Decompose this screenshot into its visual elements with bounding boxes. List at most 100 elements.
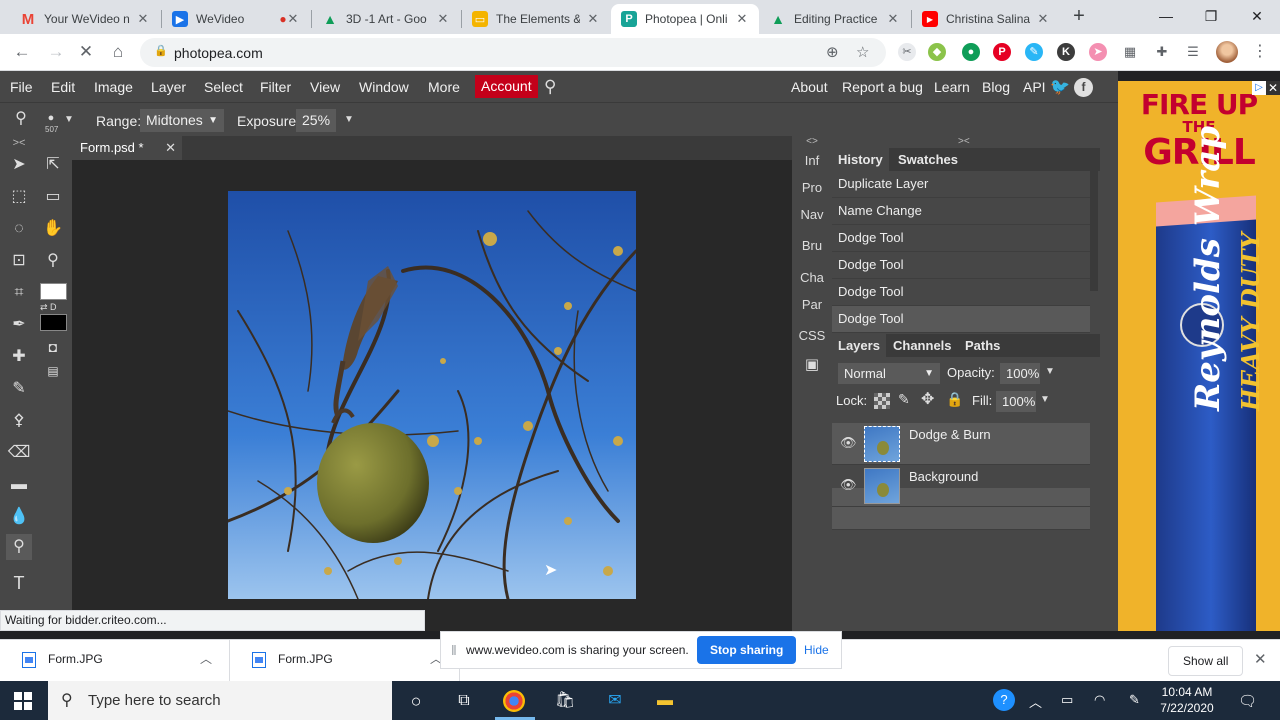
link-learn[interactable]: Learn — [934, 79, 970, 95]
battery-icon[interactable]: ▭ — [1061, 692, 1073, 708]
move-tool-icon[interactable]: ➤ — [6, 152, 32, 178]
background-color-swatch[interactable] — [40, 314, 67, 331]
expand-panels-icon[interactable]: <> — [792, 136, 832, 147]
brush-dropdown-icon[interactable]: ▼ — [64, 114, 74, 125]
clone-stamp-icon[interactable]: ⚴ — [6, 408, 32, 434]
forward-button[interactable]: → — [45, 41, 67, 63]
pinterest-icon[interactable]: P — [993, 43, 1011, 61]
collapse-panels-icon[interactable]: >< — [958, 136, 970, 147]
hide-share-bar-button[interactable]: Hide — [804, 643, 829, 657]
menu-window[interactable]: Window — [359, 79, 409, 95]
chrome-icon[interactable] — [503, 690, 525, 712]
side-tab-info[interactable]: Inf — [792, 153, 832, 168]
link-api[interactable]: API — [1023, 79, 1046, 95]
mail-icon[interactable]: ✉ — [602, 688, 628, 714]
menu-edit[interactable]: Edit — [51, 79, 75, 95]
canvas-image[interactable] — [228, 191, 636, 599]
exposure-dropdown-icon[interactable]: ▼ — [344, 114, 354, 125]
blend-mode-select[interactable]: Normal ▼ — [838, 363, 940, 384]
extension-arrow-icon[interactable]: ➤ — [1089, 43, 1107, 61]
extension-feather-icon[interactable]: ✎ — [1025, 43, 1043, 61]
drag-handle-icon[interactable]: ‖ — [451, 642, 457, 658]
hand-tool-icon[interactable]: ✋ — [40, 216, 66, 242]
add-shortcut-icon[interactable]: ⊕ — [826, 43, 839, 61]
zoom-tool-icon[interactable]: ⚲ — [40, 248, 66, 274]
link-about[interactable]: About — [791, 79, 828, 95]
lock-transparency-icon[interactable] — [874, 393, 890, 409]
windows-start-icon[interactable] — [14, 692, 32, 710]
extension-scissors-icon[interactable]: ✂ — [898, 43, 916, 61]
eyedropper-tool-icon[interactable]: ✒ — [6, 312, 32, 338]
download-item[interactable]: Form.JPG ︿ — [230, 640, 460, 681]
profile-avatar[interactable] — [1216, 41, 1238, 63]
show-hidden-icons-icon[interactable]: ︿ — [1029, 692, 1042, 711]
restore-window-button[interactable]: ❐ — [1199, 4, 1223, 28]
browser-tab-editing-practice[interactable]: ▲ Editing Practice ✕ — [760, 4, 910, 34]
opacity-input[interactable]: 100% — [1000, 363, 1040, 384]
select-tool-icon[interactable]: ⇱ — [40, 152, 66, 178]
minimize-window-button[interactable]: — — [1154, 4, 1178, 28]
type-tool-icon[interactable]: T — [6, 570, 32, 596]
browser-tab-drive-3d[interactable]: ▲ 3D -1 Art - Goo ✕ — [312, 4, 460, 34]
tab-swatches[interactable]: Swatches — [892, 148, 964, 171]
extension-meet-icon[interactable]: ● — [962, 43, 980, 61]
history-item[interactable]: Duplicate Layer — [832, 171, 1090, 198]
home-button[interactable]: ⌂ — [107, 41, 129, 63]
link-report-bug[interactable]: Report a bug — [842, 79, 923, 95]
lock-all-icon[interactable]: 🔒 — [946, 391, 963, 408]
blur-tool-icon[interactable]: 💧 — [6, 504, 32, 530]
link-blog[interactable]: Blog — [982, 79, 1010, 95]
menu-view[interactable]: View — [310, 79, 340, 95]
side-tab-character[interactable]: Cha — [792, 270, 832, 285]
crop-tool-icon[interactable]: ⌗ — [6, 280, 32, 306]
menu-layer[interactable]: Layer — [151, 79, 186, 95]
layer-row[interactable]: 👁 Background — [832, 465, 1090, 507]
healing-brush-icon[interactable]: ✚ — [6, 344, 32, 370]
account-button[interactable]: Account — [475, 75, 538, 98]
facebook-icon[interactable]: f — [1074, 78, 1093, 97]
eraser-tool-icon[interactable]: ⌫ — [6, 440, 32, 466]
browser-tab-youtube[interactable]: ▶ Christina Salina ✕ — [912, 4, 1060, 34]
close-tab-icon[interactable]: ✕ — [136, 11, 150, 27]
browser-tab-gmail[interactable]: M Your WeVideo n ✕ — [10, 4, 160, 34]
menu-image[interactable]: Image — [94, 79, 133, 95]
side-tab-navigator[interactable]: Nav — [792, 207, 832, 222]
history-item[interactable]: Dodge Tool — [832, 306, 1090, 333]
store-icon[interactable]: 🛍 — [552, 688, 578, 714]
range-select[interactable]: Midtones ▼ — [140, 109, 224, 132]
new-tab-button[interactable]: + — [1068, 6, 1090, 28]
dodge-tool-button[interactable]: ⚲ — [6, 534, 32, 560]
advertisement[interactable]: FIRE UP THE GRILL Reynolds Wrap HEAVY DU… — [1118, 81, 1280, 631]
notifications-icon[interactable]: 🗨 — [1238, 692, 1257, 710]
close-tab-icon[interactable]: ✕ — [735, 11, 749, 27]
back-button[interactable]: ← — [11, 41, 33, 63]
address-bar[interactable]: 🔒 photopea.com ⊕ ☆ — [140, 38, 886, 67]
side-tab-paragraph[interactable]: Par — [792, 297, 832, 312]
browser-tab-photopea[interactable]: P Photopea | Onli ✕ — [611, 4, 759, 34]
opacity-dropdown-icon[interactable]: ▼ — [1045, 366, 1055, 377]
stop-loading-button[interactable]: ✕ — [75, 41, 97, 63]
history-item[interactable]: Name Change — [832, 198, 1090, 225]
browser-tab-wevideo[interactable]: ▶ WeVideo ● ✕ — [162, 4, 310, 34]
extension-puzzle-icon[interactable]: ◆ — [928, 43, 946, 61]
side-tab-brush[interactable]: Bru — [792, 238, 832, 253]
browser-tab-slides[interactable]: ▭ The Elements & ✕ — [462, 4, 610, 34]
fill-dropdown-icon[interactable]: ▼ — [1040, 394, 1050, 405]
close-tab-icon[interactable]: ✕ — [886, 11, 900, 27]
tab-layers[interactable]: Layers — [832, 334, 886, 357]
lock-icon[interactable]: 🔒 — [154, 44, 168, 57]
layer-row[interactable]: 👁 Dodge & Burn — [832, 423, 1090, 465]
extension-grid-icon[interactable]: ▦ — [1121, 43, 1139, 61]
file-explorer-icon[interactable]: ▬ — [652, 688, 678, 714]
menu-file[interactable]: File — [10, 79, 33, 95]
help-icon[interactable]: ? — [993, 689, 1015, 711]
side-tab-css[interactable]: CSS — [792, 328, 832, 343]
side-tab-image-icon[interactable]: ▣ — [792, 355, 832, 373]
lasso-tool-icon[interactable]: ◌ — [6, 216, 32, 242]
quick-mask-icon[interactable]: ◘ — [40, 334, 66, 360]
document-tab[interactable]: Form.psd * ✕ — [72, 136, 182, 160]
gradient-tool-icon[interactable]: ▬ — [6, 472, 32, 498]
quick-select-icon[interactable]: ⊡ — [6, 248, 32, 274]
chevron-up-icon[interactable]: ︿ — [200, 650, 212, 667]
bookmark-star-icon[interactable]: ☆ — [856, 43, 869, 61]
